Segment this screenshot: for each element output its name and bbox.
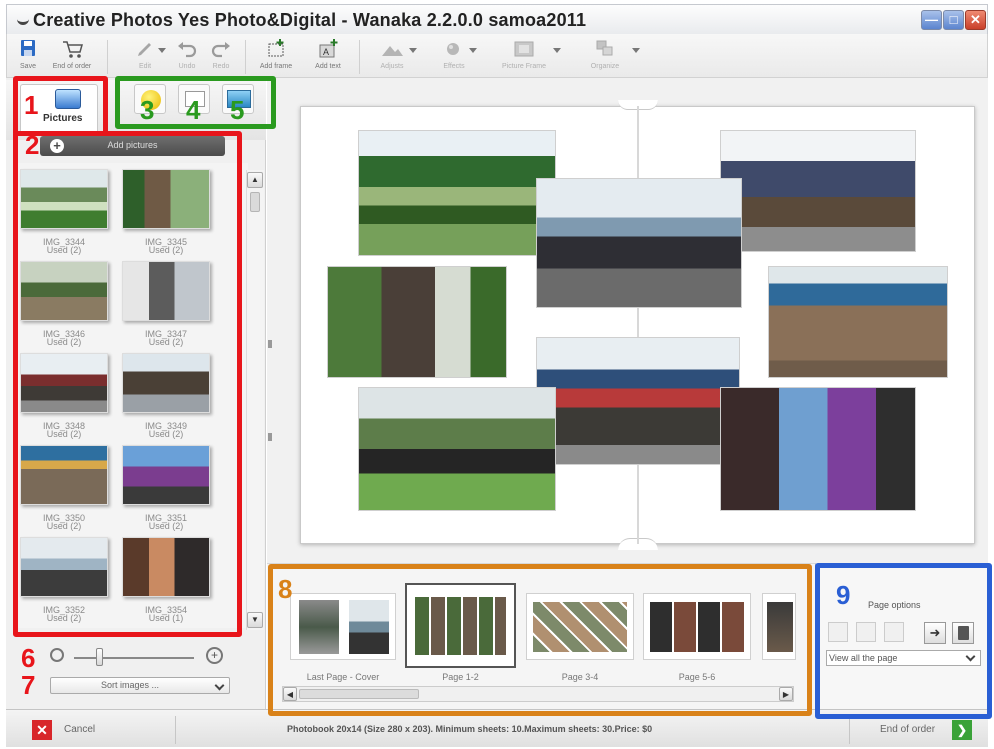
end-of-order-button[interactable]: End of order — [49, 38, 95, 70]
organize-button[interactable]: Organize — [573, 38, 640, 70]
callout-box-8 — [268, 564, 812, 716]
close-button[interactable]: ✕ — [965, 10, 986, 30]
callout-number-3: 3 — [140, 95, 155, 125]
redo-icon — [208, 38, 234, 60]
picture-frame-icon — [511, 38, 561, 60]
callout-number-4: 4 — [186, 95, 201, 125]
save-icon — [15, 38, 41, 60]
photo-frame[interactable] — [327, 266, 507, 378]
scroll-down-icon[interactable]: ▼ — [247, 612, 263, 628]
add-text-button[interactable]: A Add text — [305, 38, 351, 70]
effects-icon — [441, 38, 477, 60]
callout-number-7: 7 — [21, 670, 36, 700]
minimize-button[interactable]: — — [921, 10, 942, 30]
divider — [849, 716, 850, 744]
organize-icon — [592, 38, 640, 60]
divider — [175, 716, 176, 744]
effects-button[interactable]: Effects — [431, 38, 477, 70]
zoom-control: + — [20, 645, 260, 671]
photo-frame[interactable] — [720, 130, 916, 252]
cancel-button[interactable]: ✕ Cancel — [28, 719, 118, 741]
chevron-down-icon — [214, 680, 225, 691]
photo-frame[interactable] — [536, 178, 742, 308]
scroll-thumb[interactable] — [250, 192, 260, 212]
title-bar: Creative Photos Yes Photo&Digital - Wana… — [6, 4, 988, 34]
toolbar-separator — [107, 40, 108, 74]
photo-frame[interactable] — [768, 266, 948, 378]
maximize-button[interactable]: □ — [943, 10, 964, 30]
thumbnail-scrollbar[interactable]: ▲ ▼ — [246, 170, 264, 630]
adjusts-icon — [379, 38, 417, 60]
next-arrow-icon: ❯ — [952, 720, 972, 740]
redo-button[interactable]: Redo — [205, 38, 237, 70]
toolbar-separator — [245, 40, 246, 74]
svg-text:A: A — [323, 47, 329, 57]
zoom-out-icon[interactable] — [50, 648, 64, 662]
scroll-up-icon[interactable]: ▲ — [247, 172, 263, 188]
zoom-in-icon[interactable]: + — [206, 647, 223, 664]
cart-icon — [59, 38, 85, 60]
callout-number-2: 2 — [25, 130, 40, 160]
toolbar: Save End of order Edit Undo Redo Add fra… — [6, 34, 988, 78]
callout-box-2 — [13, 131, 242, 637]
edit-button[interactable]: Edit — [125, 38, 166, 70]
callout-number-5: 5 — [230, 95, 245, 125]
picture-frame-button[interactable]: Picture Frame — [489, 38, 561, 70]
order-info: Photobook 20x14 (Size 280 x 203). Minimu… — [287, 724, 653, 734]
sort-images-select[interactable]: Sort images ... — [50, 677, 230, 694]
add-frame-button[interactable]: Add frame — [251, 38, 301, 70]
photo-frame[interactable] — [358, 130, 556, 256]
zoom-slider[interactable] — [74, 657, 194, 659]
undo-button[interactable]: Undo — [171, 38, 203, 70]
app-logo-icon — [17, 17, 29, 26]
callout-number-6: 6 — [21, 643, 36, 673]
toolbar-separator — [359, 40, 360, 74]
book-spine — [637, 106, 639, 544]
zoom-slider-handle[interactable] — [96, 648, 103, 666]
photo-frame[interactable] — [536, 337, 740, 465]
undo-icon — [174, 38, 200, 60]
add-text-icon: A — [315, 38, 341, 60]
callout-number-1: 1 — [24, 90, 39, 120]
photo-frame[interactable] — [358, 387, 556, 511]
add-frame-icon — [263, 38, 289, 60]
callout-number-9: 9 — [836, 580, 851, 610]
canvas-left-handle[interactable] — [268, 340, 272, 348]
cancel-x-icon: ✕ — [32, 720, 52, 740]
pencil-icon — [132, 38, 166, 60]
canvas-left-handle[interactable] — [268, 433, 272, 441]
window-title: Creative Photos Yes Photo&Digital - Wana… — [17, 10, 586, 31]
adjusts-button[interactable]: Adjusts — [367, 38, 417, 70]
save-button[interactable]: Save — [11, 38, 45, 70]
callout-number-8: 8 — [278, 574, 293, 604]
end-of-order-nav-button[interactable]: End of order ❯ — [872, 719, 982, 741]
photo-frame[interactable] — [720, 387, 916, 511]
